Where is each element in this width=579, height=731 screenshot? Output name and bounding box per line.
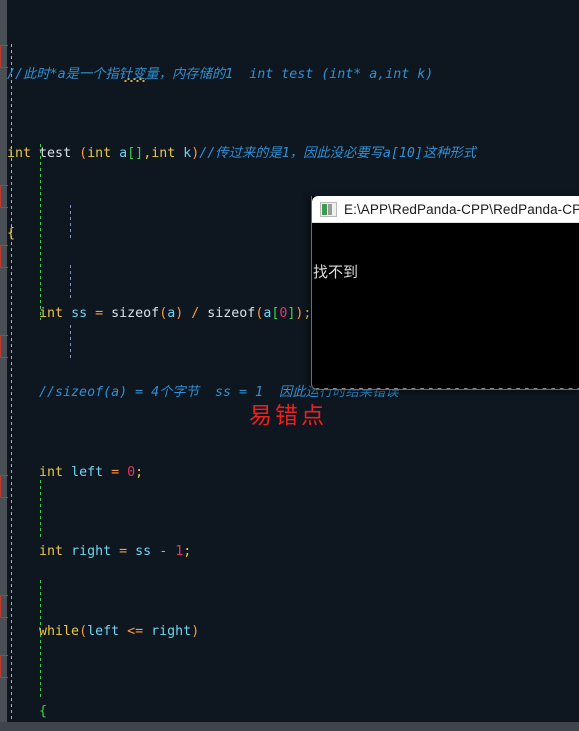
console-line: 找不到 (313, 263, 359, 281)
code-line: int test (int a[],int k)//传过来的是1，因此没必要写a… (7, 146, 477, 162)
code-line: //此时*a是一个指针变量，内存储的1 int test (int* a,int… (7, 66, 434, 82)
console-output: 找不到 -------------------------------- Pro… (312, 223, 579, 390)
annotation-text: 易错点 (249, 403, 327, 429)
code-line: int right = ss - 1; (39, 544, 192, 560)
console-titlebar[interactable]: E:\APP\RedPanda-CPP\RedPanda-CPP\co (312, 196, 579, 223)
code-line: while(left <= right) (39, 623, 200, 639)
code-line: int left = 0; (39, 464, 144, 480)
console-window[interactable]: E:\APP\RedPanda-CPP\RedPanda-CPP\co 找不到 … (311, 196, 579, 390)
console-app-icon (320, 201, 337, 217)
console-title-text: E:\APP\RedPanda-CPP\RedPanda-CPP\co (344, 201, 579, 217)
editor-bottom-strip (0, 722, 579, 731)
console-line: -------------------------------- (313, 381, 579, 390)
code-line: { (39, 703, 48, 719)
